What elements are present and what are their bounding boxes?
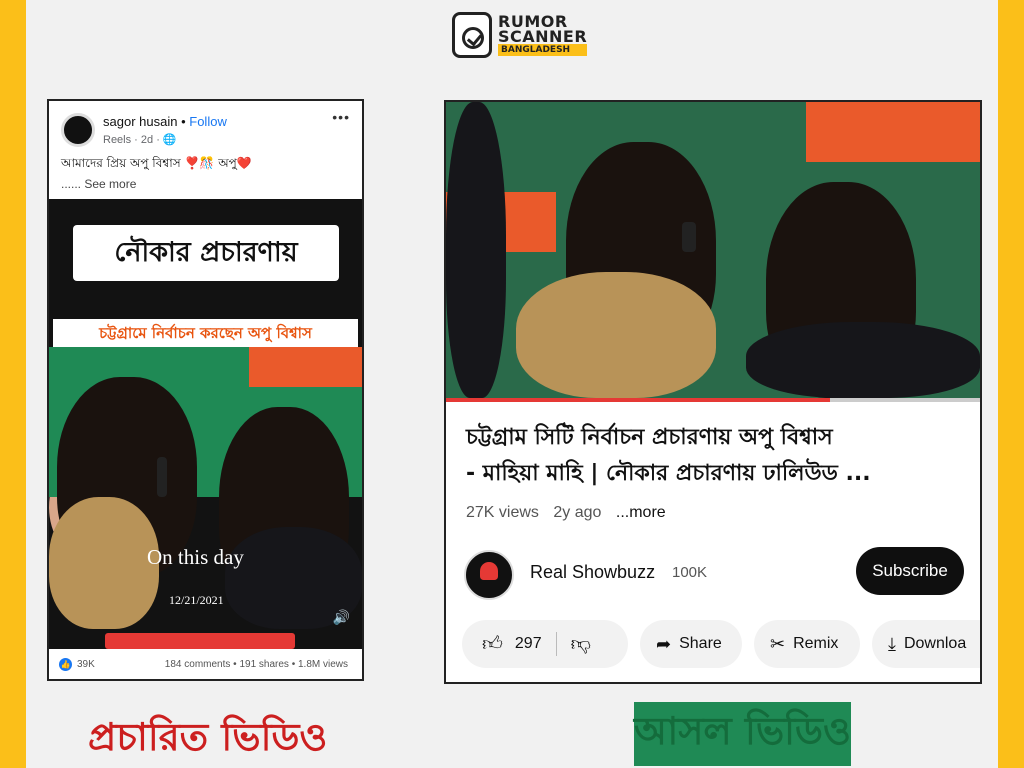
remix-icon: ✂ xyxy=(770,633,786,654)
video-progress-bar[interactable] xyxy=(446,398,980,402)
like-count: 39K xyxy=(77,659,95,670)
like-icon[interactable]: 👍 xyxy=(59,658,72,671)
right-yellow-border xyxy=(998,0,1024,768)
avatar[interactable] xyxy=(61,113,95,147)
overlay-box-text: নৌকার প্রচারণায় xyxy=(73,225,339,281)
video-meta: 27K views 2y ago ...more xyxy=(466,504,676,522)
author-name[interactable]: sagor husain xyxy=(103,114,177,129)
thumbs-down-icon[interactable]: 👎︎ xyxy=(571,632,591,656)
phone-check-icon xyxy=(452,12,492,58)
more-dots-icon[interactable]: ••• xyxy=(332,109,350,125)
subscriber-count: 100K xyxy=(672,564,708,581)
memory-date: 12/21/2021 xyxy=(169,593,224,607)
volume-icon[interactable]: 🔊 xyxy=(333,609,350,626)
channel-avatar[interactable] xyxy=(464,550,514,600)
more-link[interactable]: ...more xyxy=(616,504,666,521)
view-count: 27K views xyxy=(466,504,539,521)
video-title: চট্টগ্রাম সিটি নির্বাচন প্রচারণায় অপু ব… xyxy=(466,420,966,492)
logo-text: RUMOR SCANNER BANGLADESH xyxy=(498,14,588,56)
post-meta: Reels · 2d · 🌐 xyxy=(103,134,177,146)
subscribe-button[interactable]: Subscribe xyxy=(856,547,964,595)
remix-label: Remix xyxy=(793,635,839,652)
video-title-line-2: - মাহিয়া মাহি | নৌকার প্রচারণায় ঢালিউড… xyxy=(466,461,871,486)
post-footer: 👍 39K 184 comments • 191 shares • 1.8M v… xyxy=(49,649,362,679)
share-icon: ➦ xyxy=(656,633,672,654)
like-dislike-pill: 👍︎ 297 👎︎ xyxy=(462,620,628,668)
post-header: sagor husain • Follow Reels · 2d · 🌐 •••… xyxy=(49,101,362,199)
on-this-day-text: On this day xyxy=(147,545,244,569)
overlay-band-text: চট্টগ্রামে নির্বাচন করছেন অপু বিশ্বাস xyxy=(53,319,358,347)
pill-divider xyxy=(555,632,557,656)
thumbs-up-icon[interactable]: 👍︎ xyxy=(482,632,503,656)
post-caption: আমাদের প্রিয় অপু বিশ্বাস ❣️🎊 অপু❤️ xyxy=(61,156,252,170)
download-button[interactable]: ⤓ Downloa xyxy=(872,620,980,668)
upload-age: 2y ago xyxy=(553,504,602,521)
red-action-bar[interactable] xyxy=(105,633,295,649)
youtube-video-panel: চট্টগ্রাম সিটি নির্বাচন প্রচারণায় অপু ব… xyxy=(444,100,982,684)
video-title-line-1: চট্টগ্রাম সিটি নির্বাচন প্রচারণায় অপু ব… xyxy=(466,425,833,450)
share-button[interactable]: ➦ Share xyxy=(640,620,742,668)
left-yellow-border xyxy=(0,0,26,768)
channel-name[interactable]: Real Showbuzz xyxy=(530,562,655,583)
download-icon: ⤓ xyxy=(888,633,896,654)
share-label: Share xyxy=(679,635,722,652)
author-line: sagor husain • Follow xyxy=(103,114,227,129)
youtube-video-frame[interactable] xyxy=(446,102,980,398)
download-label: Downloa xyxy=(903,635,967,652)
reel-video[interactable]: নৌকার প্রচারণায় চট্টগ্রামে নির্বাচন করছ… xyxy=(49,199,362,649)
rumor-scanner-logo: RUMOR SCANNER BANGLADESH xyxy=(452,12,588,58)
dot-separator: • xyxy=(181,114,186,129)
original-video-caption: আসল ভিডিও xyxy=(634,702,851,766)
like-count[interactable]: 297 xyxy=(515,635,542,653)
logo-line-3: BANGLADESH xyxy=(498,44,588,56)
remix-button[interactable]: ✂ Remix xyxy=(754,620,860,668)
see-more-link[interactable]: ...... See more xyxy=(61,177,136,191)
engagement-stats[interactable]: 184 comments • 191 shares • 1.8M views xyxy=(165,659,348,670)
facebook-reel-panel: sagor husain • Follow Reels · 2d · 🌐 •••… xyxy=(47,99,364,681)
video-frame xyxy=(49,347,362,629)
shared-video-caption: প্রচারিত ভিডিও xyxy=(88,715,328,759)
logo-line-2: SCANNER xyxy=(498,27,588,46)
follow-link[interactable]: Follow xyxy=(189,114,227,129)
